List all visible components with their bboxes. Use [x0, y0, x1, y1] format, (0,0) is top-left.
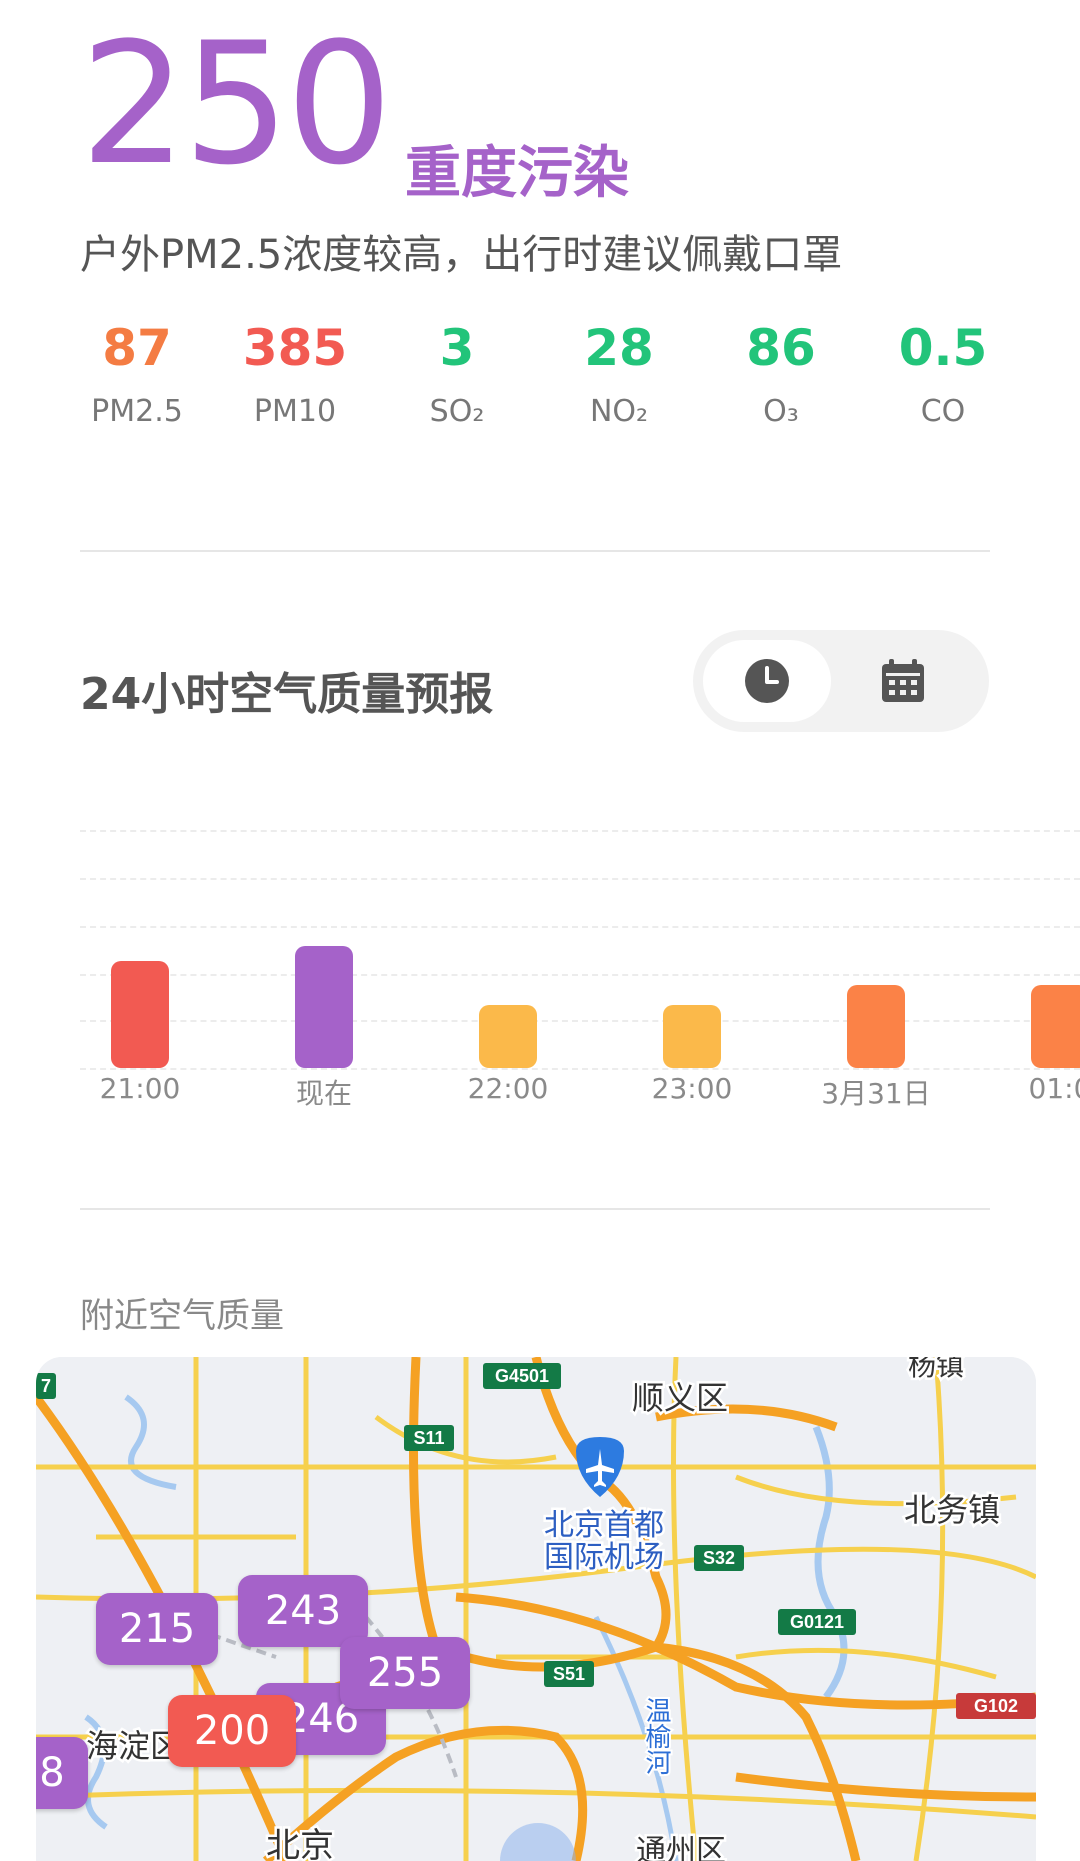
forecast-bar[interactable]	[1031, 985, 1080, 1068]
map-label-river: 温榆河	[641, 1697, 671, 1775]
map-label-yangzhen: 杨镇	[908, 1357, 964, 1382]
forecast-time-label: 23:00	[651, 1072, 733, 1105]
divider	[80, 550, 990, 552]
pollutant-name: CO	[920, 394, 966, 429]
pollutant-list: 87 PM2.5 385 PM10 3 SO₂ 28 NO₂ 86 O₃ 0.5…	[62, 316, 1002, 446]
map-label-airport-line2: 国际机场	[544, 1540, 664, 1575]
chart-gridline	[80, 974, 1080, 976]
forecast-bar[interactable]	[847, 985, 905, 1068]
map-label-airport-line1: 北京首都	[544, 1508, 664, 1543]
forecast-bar[interactable]	[663, 1005, 721, 1068]
pollutant-so2[interactable]: 3 SO₂	[382, 316, 532, 429]
station-pin[interactable]: 243	[238, 1575, 368, 1647]
station-pin[interactable]: 200	[168, 1695, 296, 1767]
station-pin[interactable]: 215	[96, 1593, 218, 1665]
road-shield-g0121: G0121	[790, 1612, 844, 1632]
pollutant-value: 87	[102, 319, 172, 377]
map-label-shunyi: 顺义区	[632, 1379, 728, 1417]
health-advice: 户外PM2.5浓度较高，出行时建议佩戴口罩	[80, 232, 843, 278]
road-shield-7: 7	[41, 1376, 51, 1396]
pollutant-no2[interactable]: 28 NO₂	[544, 316, 694, 429]
road-shield-s11: S11	[413, 1428, 444, 1448]
pollutant-name: NO₂	[589, 394, 649, 429]
forecast-view-toggle	[693, 630, 989, 732]
aqi-value: 250	[80, 6, 393, 202]
pollutant-value: 385	[242, 319, 348, 377]
pollutant-name: O₃	[763, 394, 799, 429]
forecast-time-label: 21:00	[99, 1072, 181, 1105]
map-label-tongzhou: 通州区	[636, 1834, 726, 1861]
pollutant-o3[interactable]: 86 O₃	[706, 316, 856, 429]
road-shield-g4501: G4501	[495, 1366, 549, 1386]
chart-gridline	[80, 926, 1080, 928]
calendar-icon[interactable]	[878, 656, 928, 706]
map-label-beijing: 北京	[266, 1826, 334, 1861]
forecast-bar[interactable]	[479, 1005, 537, 1068]
forecast-bar[interactable]	[111, 961, 169, 1068]
road-shield-s32: S32	[703, 1548, 735, 1568]
clock-icon[interactable]	[742, 656, 792, 706]
pollutant-pm25[interactable]: 87 PM2.5	[62, 316, 212, 429]
nearby-title: 附近空气质量	[80, 1296, 284, 1336]
map-label-beiwu: 北务镇	[904, 1491, 1000, 1529]
chart-gridline	[80, 878, 1080, 880]
pollution-level: 重度污染	[405, 141, 629, 206]
pollutant-pm10[interactable]: 385 PM10	[220, 316, 370, 429]
road-shield-g102: G102	[974, 1696, 1018, 1716]
pollutant-name: PM2.5	[91, 394, 183, 429]
forecast-time-label: 22:00	[467, 1072, 549, 1105]
pollutant-value: 0.5	[898, 319, 988, 377]
pollutant-value: 86	[746, 319, 816, 377]
forecast-title: 24小时空气质量预报	[80, 669, 494, 720]
pollutant-co[interactable]: 0.5 CO	[868, 316, 1018, 429]
forecast-time-label: 现在	[295, 1077, 352, 1110]
station-pin[interactable]: 8	[36, 1737, 88, 1809]
nearby-map[interactable]: G4501 S11 S32 G0121 S51 G102 7 顺义区 杨镇 北务…	[36, 1357, 1036, 1861]
pollutant-value: 28	[584, 319, 654, 377]
pollutant-name: PM10	[253, 394, 337, 429]
forecast-chart: 21:00 现在 22:00 23:00 3月31日 01:0	[80, 800, 1080, 1120]
divider	[80, 1208, 990, 1210]
forecast-bar[interactable]	[295, 946, 353, 1068]
station-pin[interactable]: 255	[340, 1637, 470, 1709]
pollutant-name: SO₂	[429, 394, 485, 429]
chart-gridline	[80, 1068, 1080, 1070]
road-shield-s51: S51	[553, 1664, 585, 1684]
forecast-time-label: 3月31日	[821, 1077, 931, 1110]
chart-gridline	[80, 1020, 1080, 1022]
forecast-time-label: 01:0	[1028, 1072, 1080, 1105]
chart-gridline	[80, 830, 1080, 832]
pollutant-value: 3	[439, 319, 475, 377]
